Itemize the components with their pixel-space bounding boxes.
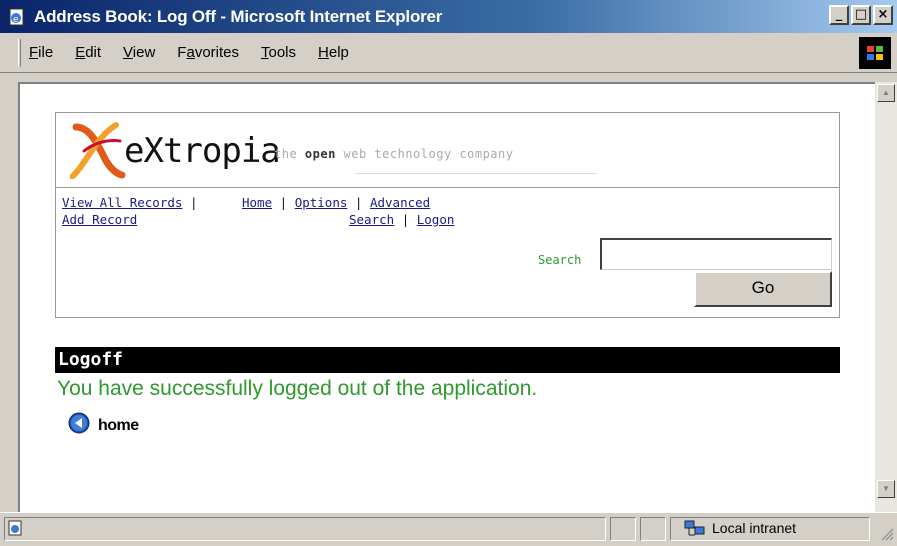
nav-right-line2: Search | Logon [349,212,455,227]
menu-file[interactable]: File [29,44,53,61]
go-button[interactable]: Go [694,271,832,307]
nav-left-line1: View All Records | [62,195,198,210]
site-header: eXtropia the open web technology company… [55,112,840,318]
ie-page-icon: e [6,6,28,28]
logout-success-message: You have successfully logged out of the … [57,377,538,400]
resize-grip-icon[interactable] [880,527,894,546]
home-link[interactable]: home [68,412,139,439]
menu-help[interactable]: Help [318,44,349,61]
tagline-divider [356,173,596,174]
status-main-panel [4,517,606,541]
add-record-link[interactable]: Add Record [62,212,137,227]
status-bar: Local intranet [0,512,897,544]
search-label: Search [538,253,582,267]
home-nav-link[interactable]: Home [242,195,272,210]
nav-right-line1: Home | Options | Advanced [242,195,431,210]
security-zone: Local intranet [684,519,796,537]
advanced-search-link-cont[interactable]: Search [349,212,394,227]
local-intranet-icon [684,520,705,536]
close-button[interactable]: × [873,5,893,25]
search-input[interactable] [600,238,832,270]
svg-text:e: e [13,15,19,25]
section-title: Logoff [55,347,840,373]
scroll-up-icon[interactable]: ▲ [877,84,895,102]
content-viewport: eXtropia the open web technology company… [18,82,875,512]
back-arrow-icon [68,412,90,439]
menu-edit[interactable]: Edit [75,44,101,61]
advanced-search-link[interactable]: Advanced [370,195,430,210]
view-all-records-link[interactable]: View All Records [62,195,182,210]
nav-left-line2: Add Record [62,212,137,227]
home-link-label: home [98,416,139,434]
vertical-scrollbar[interactable]: ▲ ▼ [875,82,897,512]
extropia-logo-icon [69,121,126,184]
logo-row: eXtropia the open web technology company [56,113,839,188]
options-link[interactable]: Options [295,195,348,210]
window-title: Address Book: Log Off - Microsoft Intern… [34,6,443,26]
maximize-button[interactable]: □ [851,5,871,25]
zone-label: Local intranet [712,520,797,536]
menu-favorites[interactable]: Favorites [177,44,239,61]
tagline: the open web technology company [274,147,514,161]
menu-bar: File Edit View Favorites Tools Help [0,33,897,73]
title-bar: e Address Book: Log Off - Microsoft Inte… [0,0,897,33]
page-status-icon [8,520,24,541]
scroll-down-icon[interactable]: ▼ [877,480,895,498]
logon-link[interactable]: Logon [417,212,455,227]
menu-grip [18,38,21,67]
menu-tools[interactable]: Tools [261,44,296,61]
status-panel-2 [640,517,666,541]
status-panel-1 [610,517,636,541]
windows-logo-icon [859,37,891,69]
logo-wordmark: eXtropia [124,131,281,171]
minimize-button[interactable]: _ [829,5,849,25]
menu-view[interactable]: View [123,44,155,61]
